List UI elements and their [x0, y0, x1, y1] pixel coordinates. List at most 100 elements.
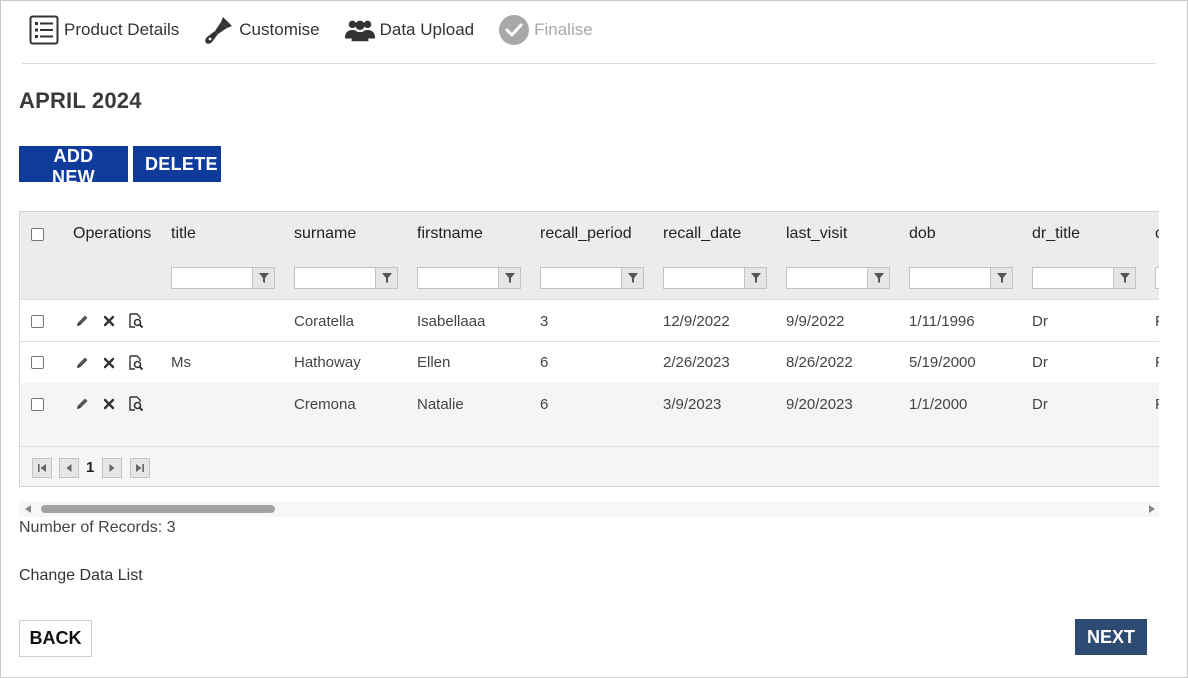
filter-icon[interactable] — [253, 266, 275, 289]
filter-input-dob[interactable] — [909, 266, 991, 289]
add-new-button[interactable]: ADD NEW — [19, 146, 128, 187]
view-details-icon[interactable] — [127, 395, 145, 413]
paintbrush-icon — [203, 14, 235, 46]
data-grid: Operations title surname firstname recal… — [19, 211, 1159, 487]
filter-input-dr-title[interactable] — [1032, 266, 1114, 289]
step-label: Data Upload — [379, 20, 475, 39]
cell-recall-period: 3 — [540, 312, 549, 330]
row-checkbox[interactable] — [31, 356, 44, 369]
grid-pager: 1 — [20, 446, 1159, 486]
cell-dob: 1/11/1996 — [909, 312, 975, 330]
cell-recall-period: 6 — [540, 354, 549, 371]
cell-firstname: Ellen — [417, 354, 451, 371]
next-button[interactable]: NEXT — [1075, 619, 1147, 655]
column-header-dob[interactable]: dob — [909, 212, 936, 256]
prev-page-button[interactable] — [59, 458, 79, 478]
scroll-right-icon[interactable] — [1149, 505, 1155, 513]
column-header-operations: Operations — [73, 225, 152, 242]
delete-icon[interactable] — [100, 354, 118, 372]
filter-input-next[interactable] — [1155, 266, 1159, 289]
back-button[interactable]: BACK — [19, 620, 92, 657]
cell-dr-title: Dr — [1032, 312, 1048, 330]
cell-recall-period: 6 — [540, 395, 549, 413]
column-header-dr-title[interactable]: dr_title — [1032, 212, 1080, 256]
cell-next: F — [1155, 383, 1159, 425]
cell-surname: Cremona — [294, 395, 356, 413]
list-icon — [28, 14, 60, 46]
row-checkbox[interactable] — [31, 314, 44, 328]
filter-icon[interactable] — [499, 266, 521, 289]
delete-button[interactable]: DELETE — [133, 146, 221, 182]
cell-dob: 1/1/2000 — [909, 395, 968, 413]
filter-icon[interactable] — [991, 266, 1013, 289]
step-product-details[interactable]: Product Details — [28, 14, 179, 46]
scroll-left-icon[interactable] — [25, 505, 31, 513]
edit-icon[interactable] — [73, 395, 91, 413]
filter-icon[interactable] — [622, 266, 644, 289]
next-page-button[interactable] — [102, 458, 122, 478]
cell-dr-title: Dr — [1032, 354, 1048, 371]
cell-recall-date: 3/9/2023 — [663, 395, 722, 413]
filter-icon[interactable] — [745, 266, 767, 289]
column-header-title[interactable]: title — [171, 212, 196, 256]
cell-last-visit: 9/20/2023 — [786, 395, 853, 413]
filter-input-last-visit[interactable] — [786, 266, 868, 289]
edit-icon[interactable] — [73, 354, 91, 372]
row-checkbox[interactable] — [31, 397, 44, 411]
cell-firstname: Natalie — [417, 395, 464, 413]
change-data-list-link[interactable]: Change Data List — [19, 567, 143, 585]
view-details-icon[interactable] — [127, 312, 145, 330]
cell-title: Ms — [171, 354, 191, 371]
cell-surname: Hathoway — [294, 354, 361, 371]
page-title: APRIL 2024 — [19, 88, 142, 113]
filter-input-recall-date[interactable] — [663, 266, 745, 289]
column-header-recall-period[interactable]: recall_period — [540, 212, 632, 256]
delete-icon[interactable] — [100, 312, 118, 330]
horizontal-scrollbar[interactable] — [19, 501, 1159, 517]
select-all-checkbox[interactable] — [31, 227, 44, 241]
cell-surname: Coratella — [294, 312, 355, 330]
column-header-surname[interactable]: surname — [294, 212, 356, 256]
wizard-steps: Product Details Customise Data Upload Fi… — [28, 10, 617, 50]
edit-icon[interactable] — [73, 312, 91, 330]
column-header-recall-date[interactable]: recall_date — [663, 212, 741, 256]
step-label: Finalise — [534, 20, 593, 39]
table-row: Cremona Natalie 6 3/9/2023 9/20/2023 1/1… — [20, 383, 1159, 446]
cell-last-visit: 8/26/2022 — [786, 354, 853, 371]
cell-dr-title: Dr — [1032, 395, 1048, 413]
delete-icon[interactable] — [100, 395, 118, 413]
grid-header-row: Operations title surname firstname recal… — [20, 212, 1159, 256]
first-page-button[interactable] — [32, 458, 52, 478]
step-customise[interactable]: Customise — [203, 14, 320, 46]
check-circle-icon — [498, 14, 530, 46]
cell-next: F — [1155, 300, 1159, 342]
view-details-icon[interactable] — [127, 354, 145, 372]
filter-input-surname[interactable] — [294, 266, 376, 289]
scrollbar-thumb[interactable] — [41, 505, 275, 513]
column-header-next[interactable]: c — [1155, 212, 1159, 256]
step-data-upload[interactable]: Data Upload — [344, 14, 475, 46]
step-finalise[interactable]: Finalise — [498, 14, 593, 46]
record-count: Number of Records: 3 — [19, 519, 176, 536]
filter-icon[interactable] — [868, 266, 890, 289]
column-header-firstname[interactable]: firstname — [417, 212, 483, 256]
table-row: Ms Hathoway Ellen 6 2/26/2023 8/26/2022 … — [20, 341, 1159, 383]
steps-divider — [22, 63, 1156, 64]
cell-last-visit: 9/9/2022 — [786, 312, 845, 330]
cell-recall-date: 2/26/2023 — [663, 354, 730, 371]
grid-filter-row — [20, 256, 1159, 300]
filter-input-recall-period[interactable] — [540, 266, 622, 289]
cell-dob: 5/19/2000 — [909, 354, 976, 371]
cell-firstname: Isabellaaa — [417, 312, 486, 330]
step-label: Customise — [239, 20, 320, 39]
filter-input-title[interactable] — [171, 266, 253, 289]
current-page-number[interactable]: 1 — [86, 458, 94, 478]
column-header-last-visit[interactable]: last_visit — [786, 212, 847, 256]
filter-input-firstname[interactable] — [417, 266, 499, 289]
last-page-button[interactable] — [130, 458, 150, 478]
users-icon — [344, 14, 376, 46]
cell-next: F — [1155, 342, 1159, 383]
step-label: Product Details — [64, 20, 180, 39]
filter-icon[interactable] — [1114, 266, 1136, 289]
filter-icon[interactable] — [376, 266, 398, 289]
